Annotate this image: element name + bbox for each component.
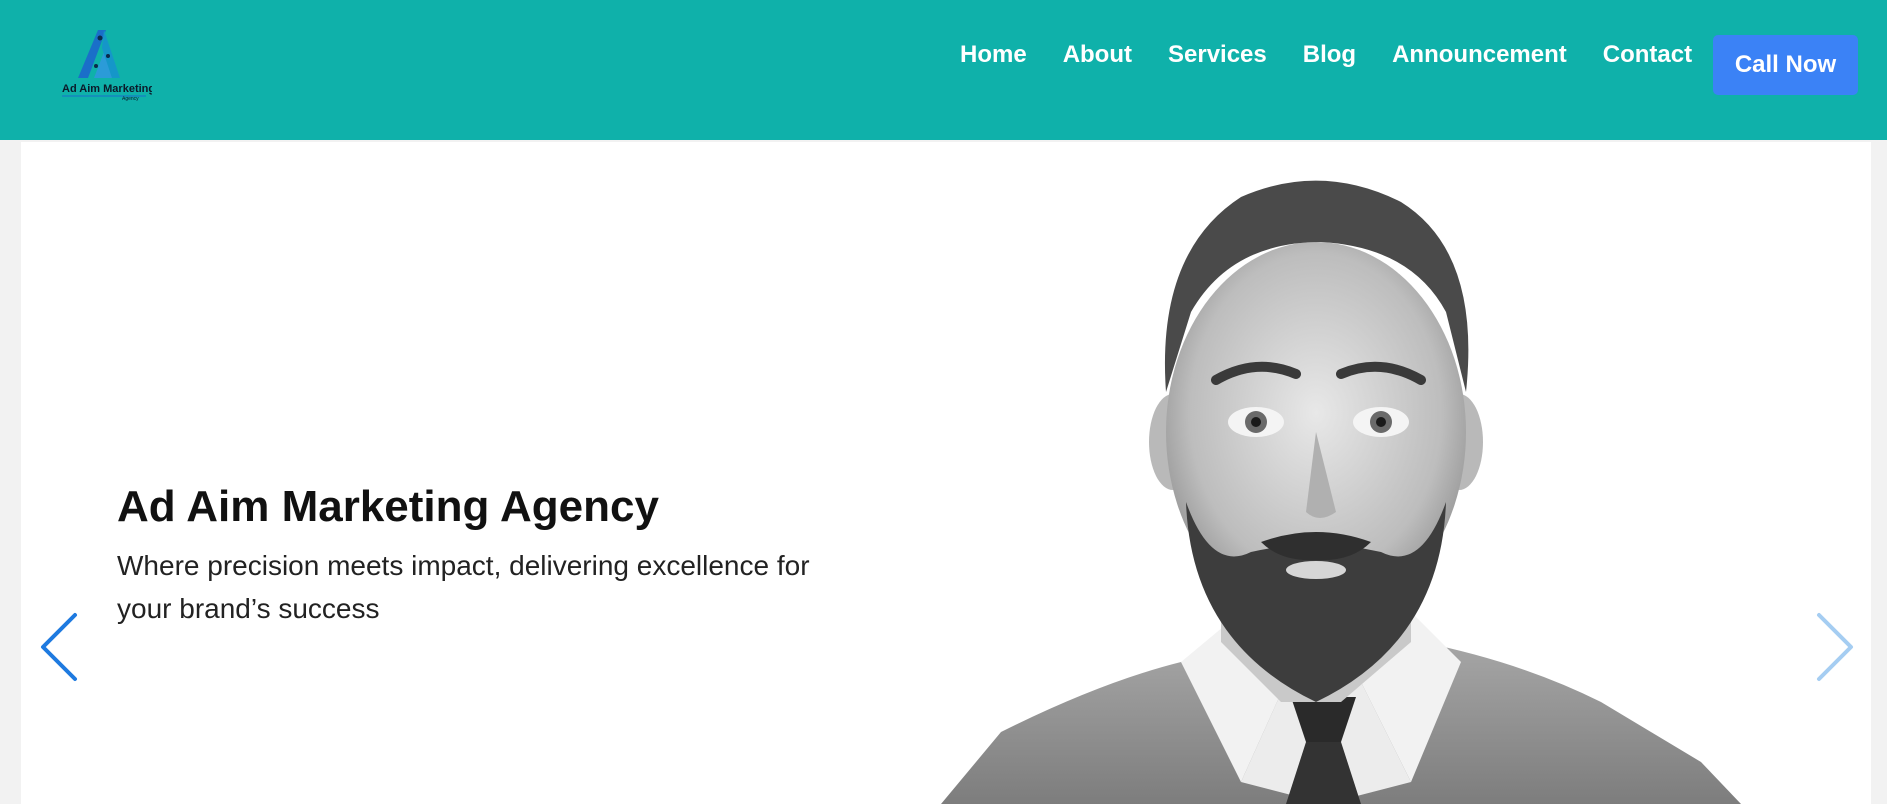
hero-portrait-image (941, 142, 1821, 804)
nav-home[interactable]: Home (960, 38, 1027, 72)
nav-announcement[interactable]: Announcement (1392, 38, 1567, 72)
hero-subtitle: Where precision meets impact, delivering… (117, 550, 810, 624)
site-header: Ad Aim Marketing Agency Home About Servi… (0, 0, 1887, 140)
logo-small-text: Agency (122, 96, 139, 102)
nav-about[interactable]: About (1063, 38, 1132, 72)
nav-services[interactable]: Services (1168, 38, 1267, 72)
hero-title: Ad Aim Marketing Agency (117, 482, 659, 531)
call-now-button[interactable]: Call Now (1713, 35, 1858, 95)
carousel-prev-button[interactable] (35, 607, 85, 687)
main-nav: Home About Services Blog Announcement Co… (960, 38, 1728, 72)
carousel-next-button[interactable] (1809, 607, 1859, 687)
hero-carousel: Ad Aim Marketing Agency Where precision … (21, 142, 1871, 804)
chevron-left-icon (41, 613, 77, 681)
chevron-right-icon (1817, 613, 1853, 681)
nav-blog[interactable]: Blog (1303, 38, 1356, 72)
nav-contact[interactable]: Contact (1603, 38, 1692, 72)
logo-text: Ad Aim Marketing (62, 83, 152, 95)
logo-mark-icon: Ad Aim Marketing Agency (62, 30, 152, 102)
brand-logo[interactable]: Ad Aim Marketing Agency (60, 26, 152, 102)
